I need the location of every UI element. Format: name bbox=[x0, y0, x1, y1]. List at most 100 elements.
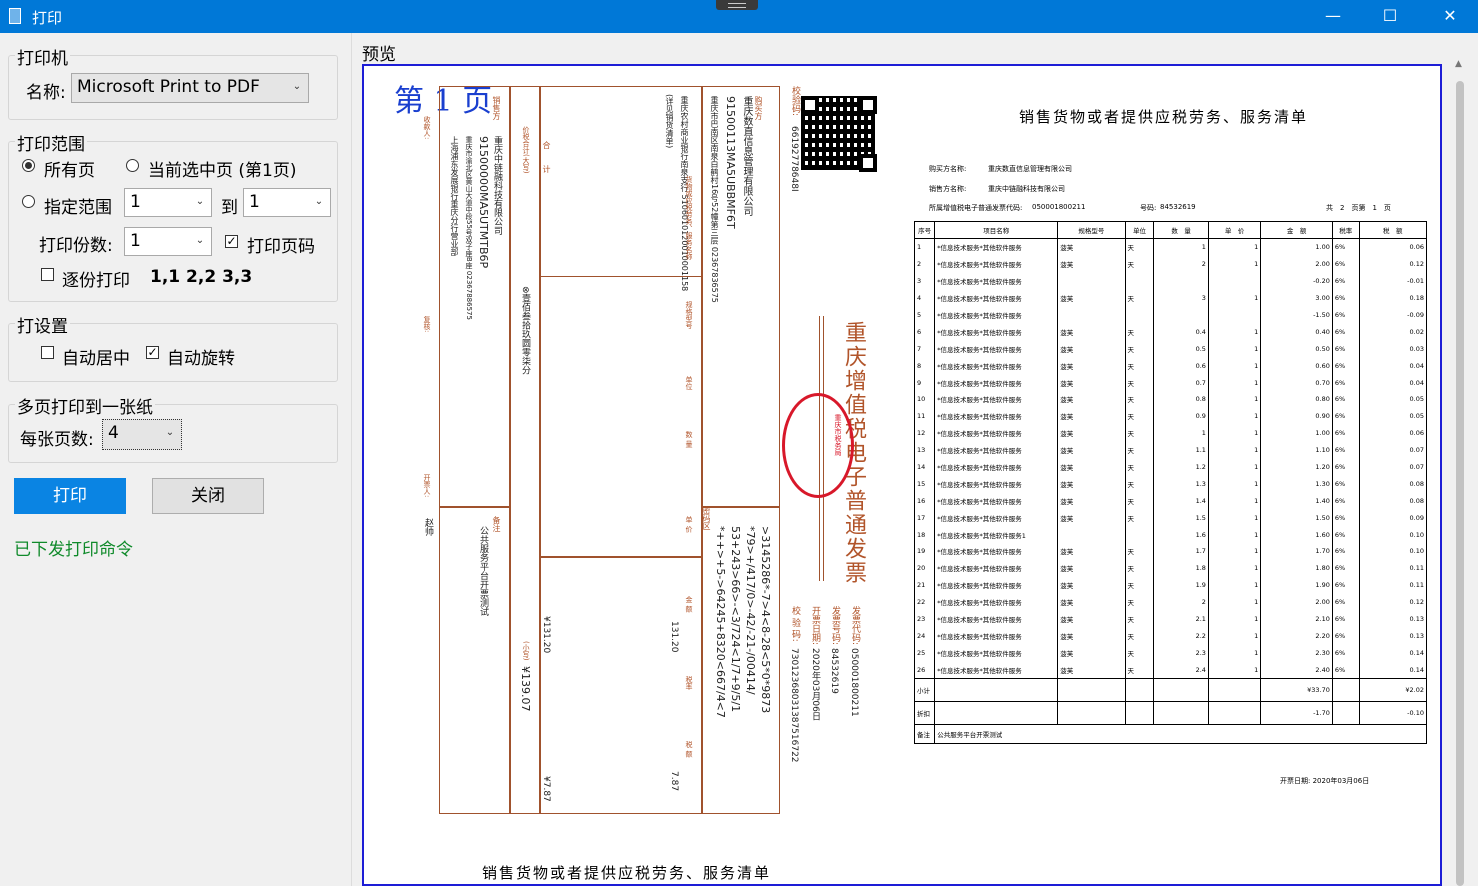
close-window-button[interactable]: ✕ bbox=[1427, 0, 1473, 33]
table-cell: 天 bbox=[1124, 661, 1155, 679]
table-cell: 0.50 bbox=[1260, 340, 1333, 358]
table-cell: 24 bbox=[913, 627, 936, 645]
scrollbar-thumb[interactable] bbox=[1456, 81, 1464, 886]
panel-splitter[interactable] bbox=[351, 33, 352, 886]
preview-scrollbar[interactable]: ▲ bbox=[1452, 55, 1469, 886]
subtotal-label: 小计 bbox=[913, 678, 936, 703]
scroll-up-icon[interactable]: ▲ bbox=[1455, 59, 1462, 69]
table-cell: 菠芙 bbox=[1057, 357, 1126, 375]
invoice-amount: 131.20 bbox=[669, 621, 679, 653]
table-cell: 菠芙 bbox=[1057, 458, 1126, 476]
table-row: 10 *信息技术服务*其他软件服务 菠芙天 0.8 1 0.80 6% 0.05 bbox=[913, 391, 1428, 408]
table-cell: *信息技术服务*其他软件服务 bbox=[934, 289, 1059, 307]
table-cell: *信息技术服务*其他软件服务 bbox=[934, 238, 1059, 256]
qr-finder bbox=[859, 154, 877, 172]
remarks-label: 备注 bbox=[492, 516, 501, 532]
list-remarks-label: 备注 bbox=[913, 724, 936, 745]
table-cell: 1.6 bbox=[1153, 526, 1209, 544]
auto-center-checkbox[interactable] bbox=[41, 346, 54, 359]
table-cell: 1.00 bbox=[1260, 424, 1333, 442]
window-title: 打印 bbox=[32, 9, 63, 27]
specified-range-radio[interactable] bbox=[22, 195, 35, 208]
range-from-select[interactable]: 1 ⌄ bbox=[124, 188, 212, 217]
table-cell: 1.80 bbox=[1260, 559, 1333, 577]
cell bbox=[1057, 678, 1126, 703]
minimize-button[interactable]: — bbox=[1310, 0, 1356, 33]
table-cell: 天 bbox=[1124, 509, 1155, 527]
table-cell: 7 bbox=[913, 340, 936, 358]
table-cell bbox=[1124, 526, 1155, 544]
invoice-tax: 7.87 bbox=[669, 771, 679, 792]
table-cell: 菠芙 bbox=[1057, 509, 1126, 527]
table-cell: 6% bbox=[1331, 238, 1360, 256]
table-cell: 1 bbox=[1207, 340, 1262, 358]
table-cell bbox=[1124, 306, 1155, 324]
payee-label: 收款人: bbox=[423, 116, 431, 140]
table-cell: 0.5 bbox=[1153, 340, 1209, 358]
table-cell: *信息技术服务*其他软件服务 bbox=[934, 357, 1059, 375]
maximize-button[interactable]: ☐ bbox=[1367, 0, 1413, 33]
auto-rotate-checkbox[interactable]: ✓ bbox=[146, 346, 159, 359]
table-cell bbox=[1153, 272, 1209, 290]
bottom-list-title: 销售货物或者提供应税劳务、服务清单 bbox=[482, 864, 772, 882]
drawer-label: 开票人: bbox=[423, 474, 431, 498]
table-cell: 天 bbox=[1124, 475, 1155, 493]
table-cell: 6% bbox=[1331, 255, 1360, 273]
table-cell: 天 bbox=[1124, 340, 1155, 358]
printer-select-value: Microsoft Print to PDF bbox=[77, 77, 260, 97]
table-cell: 1 bbox=[1207, 593, 1262, 611]
preview-canvas[interactable]: 第 1 页 购买方 重庆数直信息管理有限公司 91500113MA5UBBMF6… bbox=[362, 64, 1442, 886]
table-cell: 1 bbox=[1207, 509, 1262, 527]
print-button[interactable]: 打印 bbox=[14, 478, 126, 514]
table-cell: 菠芙 bbox=[1057, 644, 1126, 662]
table-cell: 1 bbox=[1207, 610, 1262, 628]
table-cell: *信息技术服务*其他软件服务 bbox=[934, 255, 1059, 273]
buyer-address: 重庆市巴南区南泉白鹤村16号52幢第三层 02367836575 bbox=[710, 96, 719, 303]
table-cell: 0.03 bbox=[1358, 340, 1428, 358]
table-cell: 菠芙 bbox=[1057, 323, 1126, 341]
inv-code: 050001800211 bbox=[849, 648, 859, 717]
table-cell: 6% bbox=[1331, 475, 1360, 493]
table-cell: 天 bbox=[1124, 289, 1155, 307]
table-cell: *信息技术服务*其他软件服务 bbox=[934, 391, 1059, 408]
range-to-select[interactable]: 1 ⌄ bbox=[243, 188, 331, 217]
seller-side-label: 销售方 bbox=[492, 96, 501, 120]
list-seller: 重庆中链融科技有限公司 bbox=[988, 185, 1065, 193]
goods-col: 货物或应税劳务、服务名称 bbox=[685, 176, 693, 260]
table-cell: 16 bbox=[913, 492, 936, 510]
table-row: 17 *信息技术服务*其他软件服务 菠芙天 1.5 1 1.50 6% 0.09 bbox=[913, 509, 1428, 527]
all-pages-label: 所有页 bbox=[44, 161, 95, 181]
table-cell bbox=[1207, 272, 1262, 290]
unit-col: 单位 bbox=[685, 376, 693, 390]
copies-value: 1 bbox=[130, 231, 141, 251]
drag-grip[interactable] bbox=[716, 0, 758, 10]
col-header: 金 额 bbox=[1260, 221, 1333, 239]
collate-checkbox[interactable] bbox=[41, 268, 54, 281]
table-cell: 天 bbox=[1124, 441, 1155, 459]
table-cell: 3.00 bbox=[1260, 289, 1333, 307]
table-cell: 6% bbox=[1331, 492, 1360, 510]
table-cell: 菠芙 bbox=[1057, 391, 1126, 408]
table-cell: 23 bbox=[913, 610, 936, 628]
goods-value: (详见销货清单) bbox=[665, 94, 674, 149]
per-sheet-select[interactable]: 4 ⌄ bbox=[102, 419, 182, 450]
print-page-numbers-checkbox[interactable]: ✓ bbox=[225, 235, 238, 248]
col-header: 单位 bbox=[1124, 221, 1155, 239]
printer-select[interactable]: Microsoft Print to PDF ⌄ bbox=[71, 73, 309, 103]
grand-small-label: (小写) bbox=[522, 641, 530, 661]
chevron-down-icon: ⌄ bbox=[195, 235, 205, 246]
table-row: 3 *信息技术服务*其他软件服务 -0.20 6% -0.01 bbox=[913, 272, 1428, 290]
table-cell: 6% bbox=[1331, 374, 1360, 392]
table-cell: 1 bbox=[1207, 424, 1262, 442]
current-page-radio[interactable] bbox=[126, 159, 139, 172]
drawer-name: 赵帅 bbox=[423, 518, 433, 536]
table-cell: *信息技术服务*其他软件服务 bbox=[934, 306, 1059, 324]
close-button[interactable]: 关闭 bbox=[152, 478, 264, 514]
cell bbox=[1153, 678, 1209, 703]
app-icon bbox=[9, 8, 21, 24]
table-cell: 1 bbox=[1207, 559, 1262, 577]
cell bbox=[1057, 701, 1126, 726]
all-pages-radio[interactable] bbox=[22, 159, 35, 172]
table-cell: 4 bbox=[913, 289, 936, 307]
copies-select[interactable]: 1 ⌄ bbox=[124, 227, 212, 256]
